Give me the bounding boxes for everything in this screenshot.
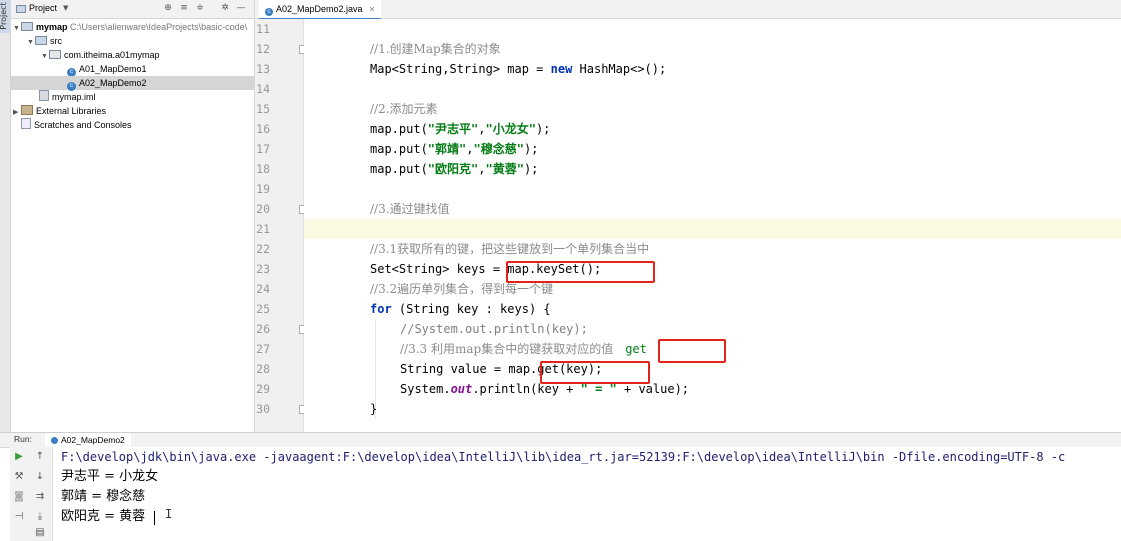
current-line-highlight	[304, 219, 1121, 239]
project-panel: Project ▼ ⊕ ≡ ≑ ✲ — ▼ mymap C:\Users\alie…	[11, 0, 255, 432]
code-line-20: //3.通过键找值	[370, 202, 450, 216]
wrench-icon[interactable]: ⚒	[13, 471, 25, 483]
run-toolbar: ▶ ↑ ⚒ ↓ ◙ ⇉ ⊣ ⤓ ▤	[10, 447, 53, 541]
code-line-22: //3.1获取所有的键，把这些键放到一个单列集合当中	[370, 242, 650, 256]
scratch-icon	[21, 118, 31, 129]
class-icon: c	[265, 8, 273, 16]
chevron-down-icon[interactable]: ▼	[13, 22, 21, 36]
console-output-line: 郭靖 = 穆念慈	[61, 489, 146, 504]
down-arrow-icon[interactable]: ↓	[34, 471, 46, 483]
run-label: Run:	[14, 434, 32, 444]
code-line-29: System.out.println(key + " = " + value);	[400, 382, 690, 396]
console-command-line: F:\develop\jdk\bin\java.exe -javaagent:F…	[61, 450, 1066, 464]
gear-icon[interactable]: ✲	[220, 3, 230, 13]
highlight-box-keyset	[506, 261, 655, 283]
line-number: 11	[256, 22, 270, 36]
module-icon	[21, 22, 33, 31]
code-line-17: map.put("郭靖","穆念慈");	[370, 142, 539, 156]
tree-item-package[interactable]: ▼ com.itheima.a01mymap	[41, 48, 160, 62]
code-line-12: //1.创建Map集合的对象	[370, 42, 501, 56]
line-number: 20	[256, 202, 270, 216]
line-number: 26	[256, 322, 270, 336]
code-line-26: //System.out.println(key);	[400, 322, 588, 336]
line-number: 19	[256, 182, 270, 196]
line-number: 13	[256, 62, 270, 76]
chevron-down-icon[interactable]: ▼	[63, 4, 68, 12]
line-number: 29	[256, 382, 270, 396]
line-number: 28	[256, 362, 270, 376]
code-line-15: //2.添加元素	[370, 102, 438, 116]
close-icon[interactable]: ✕	[369, 5, 376, 14]
line-number: 21	[256, 222, 270, 236]
tree-item-iml[interactable]: mymap.iml	[39, 90, 96, 104]
line-number-gutter: 11 12 13 14 15 16 17 18 19 20 21 22 23 2…	[255, 19, 308, 432]
console-output-line: 尹志平 = 小龙女	[61, 469, 159, 484]
code-line-25: for (String key : keys) {	[370, 302, 551, 316]
tree-item-scratches[interactable]: Scratches and Consoles	[21, 118, 132, 132]
line-number: 12	[256, 42, 270, 56]
project-icon	[16, 5, 26, 13]
console-output[interactable]: F:\develop\jdk\bin\java.exe -javaagent:F…	[53, 447, 1121, 541]
line-number: 15	[256, 102, 270, 116]
line-number: 23	[256, 262, 270, 276]
tree-item-class[interactable]: c A01_MapDemo1	[67, 62, 147, 77]
tree-item-src[interactable]: ▼ src	[27, 34, 62, 48]
chevron-right-icon[interactable]: ▶	[13, 106, 21, 120]
console-output-line: 欧阳克 = 黄蓉	[61, 509, 146, 524]
ibeam-cursor-icon: I	[165, 507, 173, 521]
file-icon	[39, 90, 49, 101]
tree-item-mymap[interactable]: ▼ mymap C:\Users\alienware\IdeaProjects\b…	[13, 20, 247, 34]
locate-icon[interactable]: ⊕	[163, 3, 173, 13]
tab-run-config[interactable]: A02_MapDemo2	[45, 433, 131, 447]
highlight-box-get-note	[658, 339, 726, 363]
hide-icon[interactable]: —	[236, 3, 246, 13]
line-number: 14	[256, 82, 270, 96]
scroll-end-icon[interactable]: ⤓	[34, 511, 46, 523]
line-number: 27	[256, 342, 270, 356]
editor-tabs: c A02_MapDemo2.java ✕	[255, 0, 1121, 20]
project-tool-button[interactable]: Project	[0, 0, 11, 33]
camera-icon[interactable]: ◙	[13, 491, 25, 503]
code-line-16: map.put("尹志平","小龙女");	[370, 122, 551, 136]
line-number: 17	[256, 142, 270, 156]
code-line-13: Map<String,String> map = new HashMap<>()…	[370, 62, 667, 76]
package-icon	[49, 50, 61, 59]
tool-window-strip: Project	[0, 0, 11, 432]
line-number: 16	[256, 122, 270, 136]
tree-item-class-selected[interactable]: c A02_MapDemo2	[11, 76, 254, 91]
line-number: 30	[256, 402, 270, 416]
chevron-down-icon[interactable]: ▼	[27, 36, 35, 50]
code-line-18: map.put("欧阳克","黄蓉");	[370, 162, 539, 176]
soft-wrap-icon[interactable]: ⇉	[34, 491, 46, 503]
line-number: 24	[256, 282, 270, 296]
line-number: 22	[256, 242, 270, 256]
tree-item-external-libraries[interactable]: ▶ External Libraries	[13, 104, 106, 118]
code-line-30: }	[370, 402, 378, 416]
highlight-box-get-call	[540, 361, 650, 384]
library-icon	[21, 105, 33, 115]
line-number: 18	[256, 162, 270, 176]
expand-icon[interactable]: ≑	[195, 3, 205, 13]
chevron-down-icon[interactable]: ▼	[41, 50, 49, 64]
run-panel-header: Run: A02_MapDemo2	[0, 432, 1121, 448]
code-editor[interactable]: //1.创建Map集合的对象 Map<String,String> map = …	[304, 19, 1121, 432]
project-toolbar: Project ▼ ⊕ ≡ ≑ ✲ —	[11, 0, 254, 19]
class-icon	[51, 437, 58, 444]
collapse-icon[interactable]: ≡	[179, 3, 189, 13]
rerun-icon[interactable]: ▶	[13, 451, 25, 463]
text-caret	[154, 511, 155, 525]
code-line-24: //3.2遍历单列集合，得到每一个键	[370, 282, 554, 296]
line-number: 25	[256, 302, 270, 316]
code-line-23: Set<String> keys = map.keySet();	[370, 262, 602, 276]
folder-icon	[35, 36, 47, 45]
pin-icon[interactable]: ⊣	[13, 511, 25, 523]
print-icon[interactable]: ▤	[34, 527, 46, 539]
tab-a02-mapdemo2[interactable]: c A02_MapDemo2.java ✕	[259, 0, 382, 20]
up-arrow-icon[interactable]: ↑	[34, 451, 46, 463]
project-title[interactable]: Project	[29, 3, 57, 13]
